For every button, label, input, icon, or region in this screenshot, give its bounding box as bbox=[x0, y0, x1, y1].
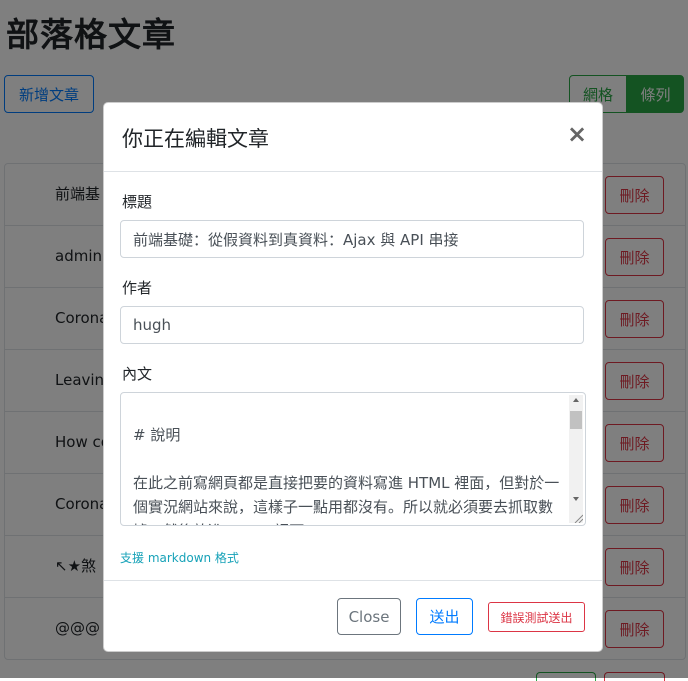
modal-footer: Close 送出 錯誤測試送出 bbox=[104, 580, 602, 652]
scroll-thumb[interactable] bbox=[570, 411, 582, 429]
title-label: 標題 bbox=[122, 193, 153, 211]
content-textarea[interactable]: # 說明 在此之前寫網頁都是直接把要的資料寫進 HTML 裡面，但對於一個實況網… bbox=[120, 392, 586, 526]
markdown-hint: 支援 markdown 格式 bbox=[120, 551, 239, 565]
modal-header: 你正在編輯文章 × bbox=[104, 103, 602, 172]
content-label: 內文 bbox=[122, 365, 153, 383]
resize-grip-icon[interactable] bbox=[573, 513, 583, 523]
scroll-down-icon[interactable] bbox=[573, 497, 579, 501]
close-button[interactable]: Close bbox=[337, 598, 401, 635]
textarea-scrollbar[interactable] bbox=[569, 395, 583, 523]
author-label: 作者 bbox=[122, 279, 153, 297]
author-input[interactable] bbox=[120, 306, 584, 344]
close-icon[interactable]: × bbox=[566, 121, 588, 147]
error-test-submit-button[interactable]: 錯誤測試送出 bbox=[488, 602, 585, 632]
edit-post-modal: 你正在編輯文章 × 標題 作者 內文 # 說明 在此之前寫網頁都是直接把要的資料… bbox=[103, 102, 603, 652]
modal-title: 你正在編輯文章 bbox=[122, 127, 269, 151]
scroll-up-icon[interactable] bbox=[573, 398, 579, 402]
submit-button[interactable]: 送出 bbox=[416, 598, 473, 635]
title-input[interactable] bbox=[120, 220, 584, 258]
content-text: # 說明 在此之前寫網頁都是直接把要的資料寫進 HTML 裡面，但對於一個實況網… bbox=[133, 426, 560, 525]
